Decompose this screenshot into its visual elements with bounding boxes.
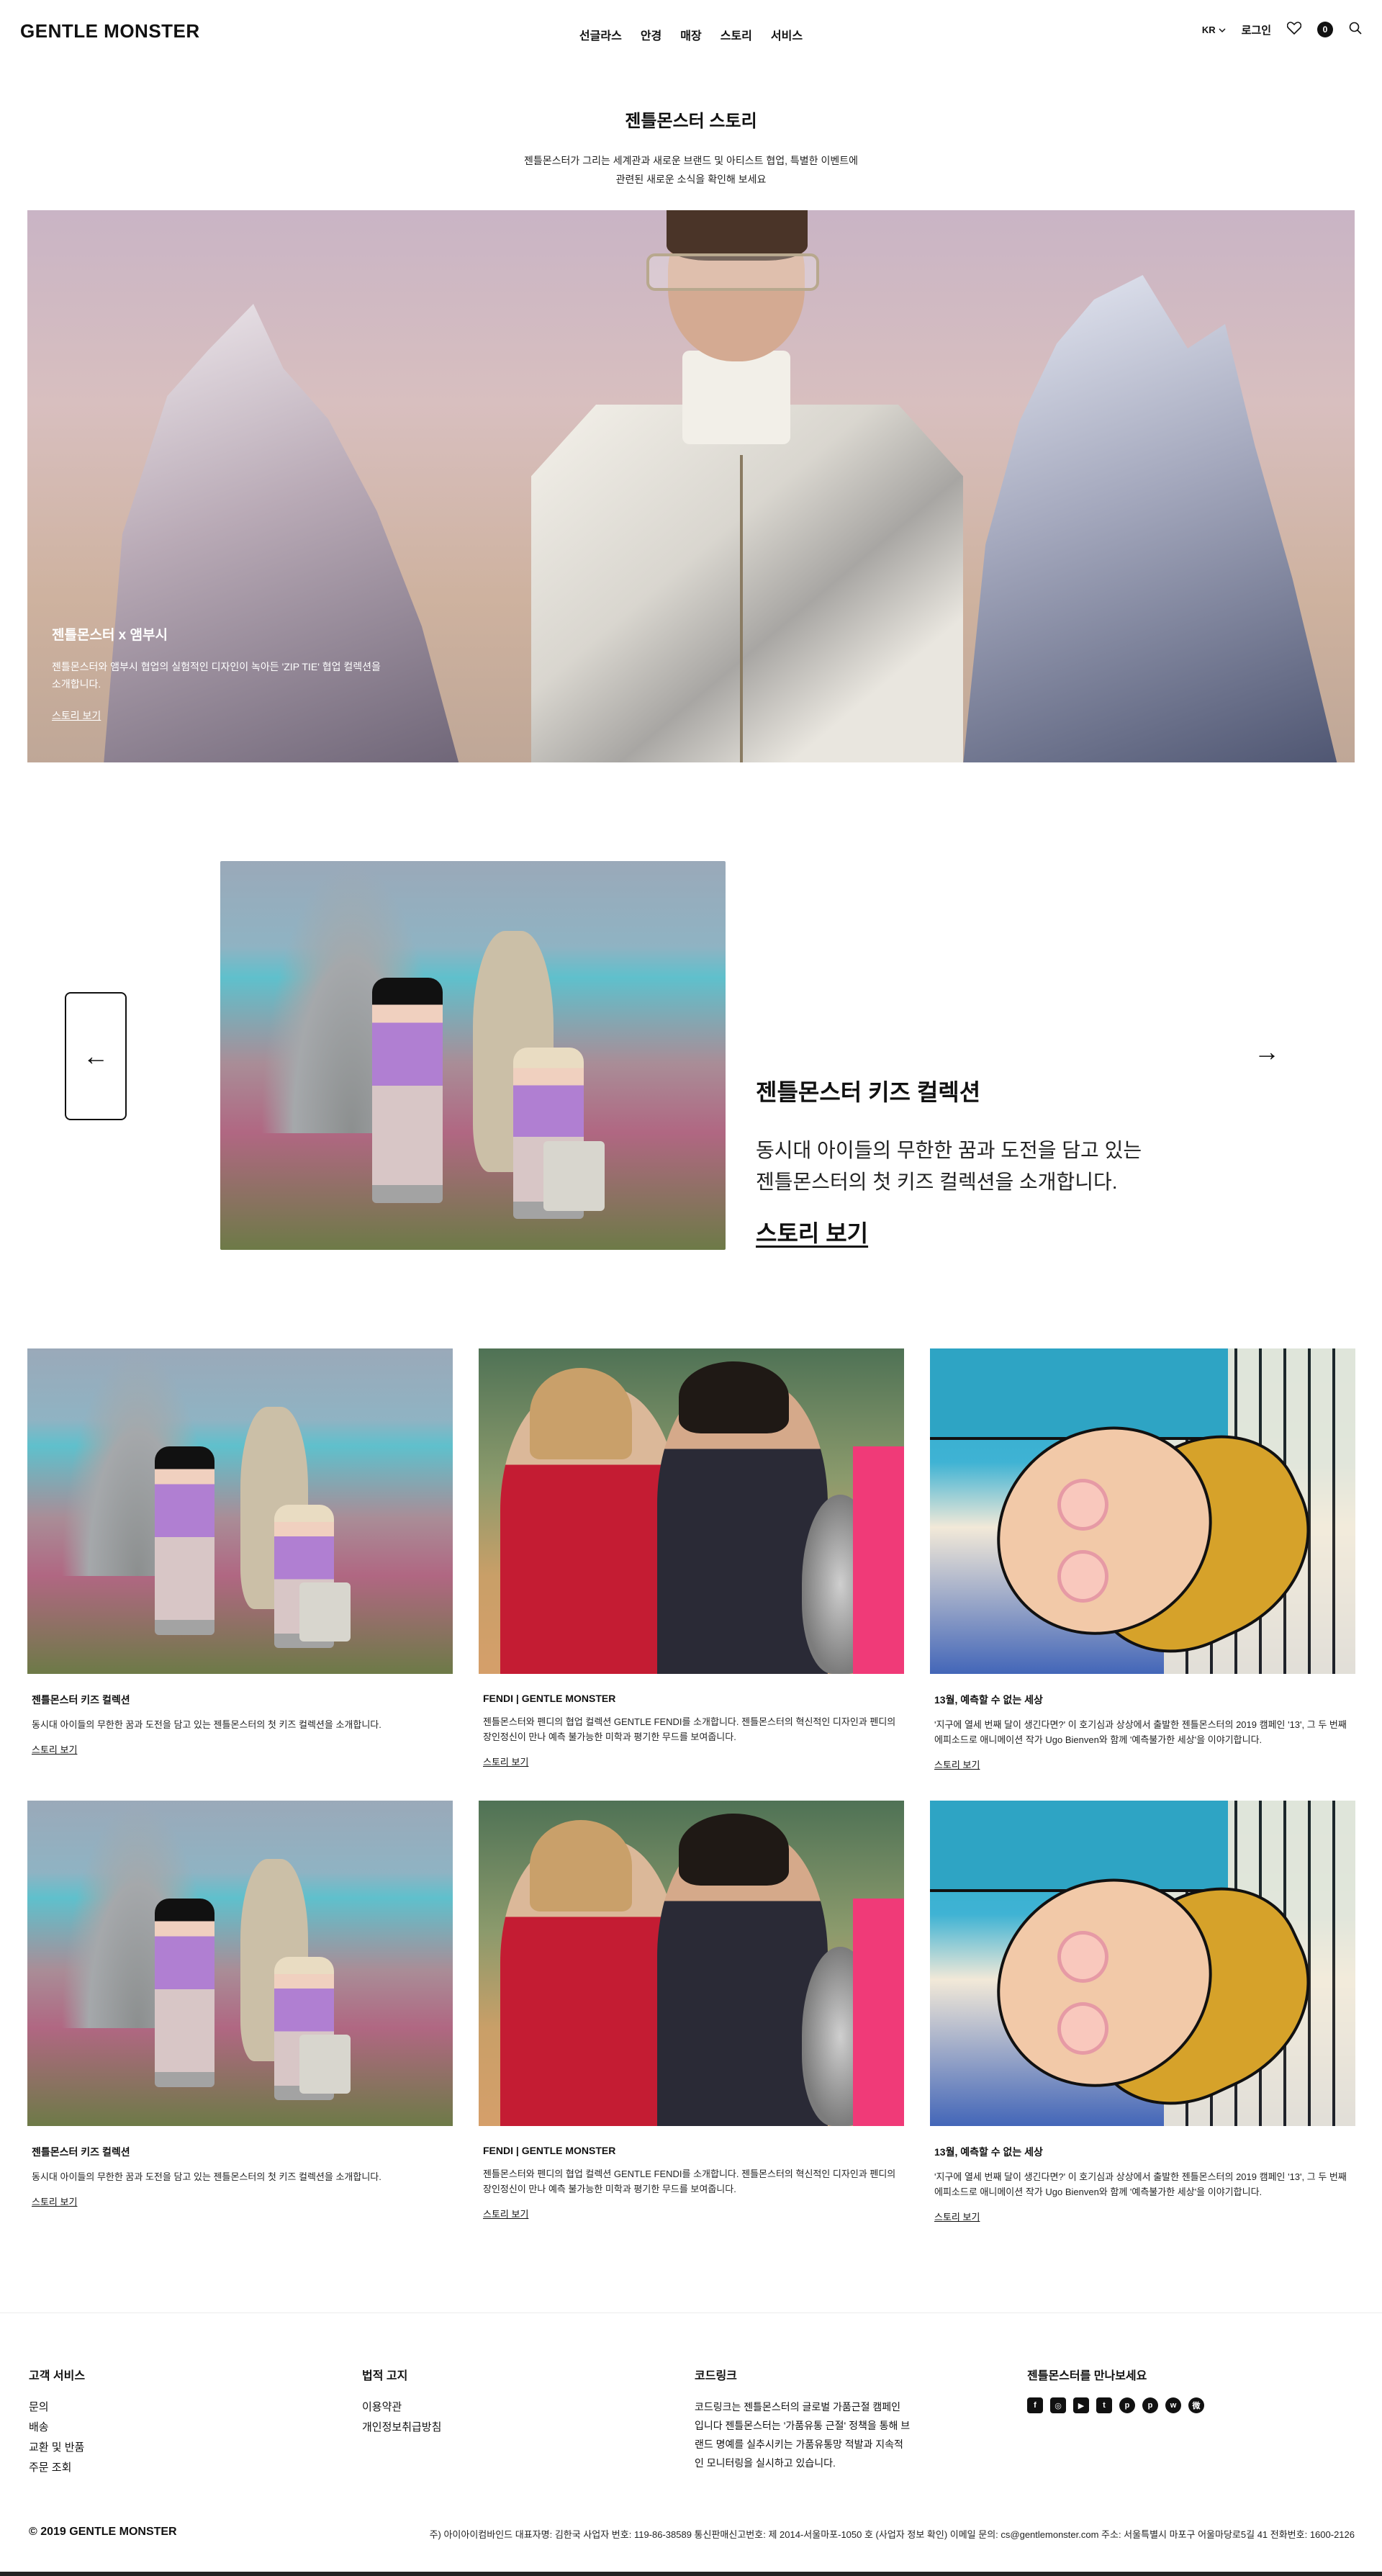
- story-card-link[interactable]: 스토리 보기: [32, 2194, 77, 2208]
- page-title: 젠틀몬스터 스토리: [625, 112, 757, 131]
- footer-social: 젠틀몬스터를 만나보세요 f ◎ ▶ t p p w 微: [1027, 2366, 1204, 2413]
- weibo-icon[interactable]: 微: [1188, 2397, 1204, 2413]
- hero-model: [502, 210, 963, 762]
- footer-divider: [0, 2312, 1382, 2313]
- story-card-link[interactable]: 스토리 보기: [32, 1742, 77, 1756]
- hero-model-zip: [740, 455, 743, 762]
- story-card-image[interactable]: [930, 1801, 1355, 2126]
- bottom-bar: [0, 2572, 1382, 2576]
- nav-stores[interactable]: 매장: [680, 26, 701, 43]
- nav-story[interactable]: 스토리: [721, 26, 752, 43]
- site-header: GENTLE MONSTER 선글라스 안경 매장 스토리 서비스 KR 로그인…: [0, 0, 1382, 65]
- hero-model-jacket: [531, 405, 963, 762]
- copyright: © 2019 GENTLE MONSTER: [29, 2526, 177, 2538]
- footer-coding: 코드링크 코드링크는 젠틀몬스터의 글로벌 가품근절 캠페인 입니다 젠틀몬스터…: [695, 2366, 911, 2472]
- footer-heading: 젠틀몬스터를 만나보세요: [1027, 2370, 1147, 2382]
- carousel-prev-button[interactable]: ←: [65, 992, 127, 1120]
- story-card: FENDI | GENTLE MONSTER 젠틀몬스터와 펜디의 협업 컬렉션…: [479, 1801, 904, 2221]
- facebook-icon[interactable]: f: [1027, 2397, 1043, 2413]
- footer-link-shipping[interactable]: 배송: [29, 2418, 85, 2438]
- story-card-image[interactable]: [27, 1348, 453, 1674]
- hero-story-link[interactable]: 스토리 보기: [52, 710, 101, 721]
- login-link[interactable]: 로그인: [1242, 22, 1271, 37]
- nav-service[interactable]: 서비스: [771, 26, 803, 43]
- story-card-image[interactable]: [479, 1348, 904, 1674]
- story-card: 13월, 예측할 수 없는 세상 '지구에 열세 번째 달이 생긴다면?' 이 …: [930, 1348, 1355, 1772]
- social-icons: f ◎ ▶ t p p w 微: [1027, 2397, 1204, 2413]
- carousel-next-button[interactable]: →: [1254, 1037, 1280, 1067]
- heart-icon[interactable]: [1286, 22, 1302, 37]
- feature-story-link[interactable]: 스토리 보기: [756, 1220, 868, 1246]
- page-description: 젠틀몬스터가 그리는 세계관과 새로운 브랜드 및 아티스트 협업, 특별한 이…: [475, 151, 907, 189]
- pinterest-alt-icon[interactable]: p: [1142, 2397, 1158, 2413]
- nav-sunglasses[interactable]: 선글라스: [579, 26, 622, 43]
- nav-glasses[interactable]: 안경: [641, 26, 661, 43]
- footer-coding-text: 코드링크는 젠틀몬스터의 글로벌 가품근절 캠페인 입니다 젠틀몬스터는 '가품…: [695, 2401, 911, 2469]
- company-info: 주) 아이아이컴바인드 대표자명: 김한국 사업자 번호: 119-86-385…: [429, 2529, 1355, 2540]
- pinterest-icon[interactable]: p: [1119, 2397, 1135, 2413]
- twitter-icon[interactable]: t: [1096, 2397, 1112, 2413]
- language-label: KR: [1201, 24, 1216, 35]
- story-card-link[interactable]: 스토리 보기: [483, 1755, 528, 1768]
- wechat-icon[interactable]: w: [1165, 2397, 1181, 2413]
- footer-heading: 코드링크: [695, 2370, 737, 2382]
- story-card-link[interactable]: 스토리 보기: [934, 1757, 980, 1771]
- feature-description: 동시대 아이들의 무한한 꿈과 도전을 담고 있는 젠틀몬스터의 첫 키즈 컬렉…: [756, 1135, 1216, 1198]
- footer-heading: 법적 고지: [362, 2370, 408, 2382]
- footer-link-inquiry[interactable]: 문의: [29, 2397, 85, 2418]
- story-card-description: 동시대 아이들의 무한한 꿈과 도전을 담고 있는 젠틀몬스터의 첫 키즈 컬렉…: [32, 2171, 381, 2182]
- story-card-description: 동시대 아이들의 무한한 꿈과 도전을 담고 있는 젠틀몬스터의 첫 키즈 컬렉…: [32, 1719, 381, 1730]
- hero-model-glasses: [646, 253, 819, 291]
- footer-customer-service: 고객 서비스 문의 배송 교환 및 반품 주문 조회: [29, 2366, 85, 2478]
- feature-description-line: 젠틀몬스터의 첫 키즈 컬렉션을 소개합니다.: [756, 1171, 1118, 1193]
- footer-link-privacy[interactable]: 개인정보취급방침: [362, 2418, 441, 2438]
- story-card-title: 13월, 예측할 수 없는 세상: [934, 2146, 1043, 2158]
- story-card-description: '지구에 열세 번째 달이 생긴다면?' 이 호기심과 상상에서 출발한 젠틀몬…: [934, 2171, 1347, 2197]
- story-card-link[interactable]: 스토리 보기: [483, 2207, 528, 2220]
- story-card: FENDI | GENTLE MONSTER 젠틀몬스터와 펜디의 협업 컬렉션…: [479, 1348, 904, 1769]
- search-icon[interactable]: [1349, 22, 1362, 37]
- feature-title: 젠틀몬스터 키즈 컬렉션: [756, 1079, 981, 1105]
- story-card-image[interactable]: [930, 1348, 1355, 1674]
- story-card-title: 13월, 예측할 수 없는 세상: [934, 1694, 1043, 1706]
- chevron-down-icon: [1219, 24, 1226, 35]
- feature-image[interactable]: [220, 861, 726, 1250]
- footer-legal: 법적 고지 이용약관 개인정보취급방침: [362, 2366, 441, 2438]
- story-card-image[interactable]: [479, 1801, 904, 2126]
- hero-model-collar: [682, 351, 790, 444]
- story-card-link[interactable]: 스토리 보기: [934, 2210, 980, 2223]
- hero-caption: 젠틀몬스터 x 앰부시 젠틀몬스터와 앰부시 협업의 실험적인 디자인이 녹아든…: [52, 624, 383, 723]
- footer-link-returns[interactable]: 교환 및 반품: [29, 2438, 85, 2458]
- kids-collection-image: [220, 861, 726, 1250]
- story-card: 젠틀몬스터 키즈 컬렉션 동시대 아이들의 무한한 꿈과 도전을 담고 있는 젠…: [27, 1801, 453, 2209]
- language-selector[interactable]: KR: [1202, 24, 1226, 35]
- story-card-title: 젠틀몬스터 키즈 컬렉션: [32, 2146, 130, 2158]
- page-description-line: 관련된 새로운 소식을 확인해 보세요: [615, 174, 767, 185]
- footer-link-order-lookup[interactable]: 주문 조회: [29, 2458, 85, 2478]
- hero-rock-right: [963, 275, 1337, 762]
- footer-link-terms[interactable]: 이용약관: [362, 2397, 441, 2418]
- story-card: 13월, 예측할 수 없는 세상 '지구에 열세 번째 달이 생긴다면?' 이 …: [930, 1801, 1355, 2224]
- main-nav: 선글라스 안경 매장 스토리 서비스: [0, 26, 1382, 43]
- page-description-line: 젠틀몬스터가 그리는 세계관과 새로운 브랜드 및 아티스트 협업, 특별한 이…: [524, 155, 858, 166]
- header-utilities: KR 로그인 0: [1202, 22, 1362, 37]
- feature-caption: 젠틀몬스터 키즈 컬렉션 동시대 아이들의 무한한 꿈과 도전을 담고 있는 젠…: [756, 1074, 1216, 1248]
- feature-description-line: 동시대 아이들의 무한한 꿈과 도전을 담고 있는: [756, 1139, 1142, 1161]
- hero-title: 젠틀몬스터 x 앰부시: [52, 628, 168, 643]
- story-card-description: '지구에 열세 번째 달이 생긴다면?' 이 호기심과 상상에서 출발한 젠틀몬…: [934, 1719, 1347, 1745]
- story-card-description: 젠틀몬스터와 펜디의 협업 컬렉션 GENTLE FENDI를 소개합니다. 젠…: [483, 1716, 896, 1742]
- story-card-image[interactable]: [27, 1801, 453, 2126]
- cart-badge[interactable]: 0: [1317, 22, 1333, 37]
- instagram-icon[interactable]: ◎: [1050, 2397, 1066, 2413]
- story-card-description: 젠틀몬스터와 펜디의 협업 컬렉션 GENTLE FENDI를 소개합니다. 젠…: [483, 2169, 896, 2194]
- story-card-title: FENDI | GENTLE MONSTER: [483, 1693, 616, 1704]
- story-card-title: 젠틀몬스터 키즈 컬렉션: [32, 1694, 130, 1706]
- youtube-icon[interactable]: ▶: [1073, 2397, 1089, 2413]
- hero-description: 젠틀몬스터와 앰부시 협업의 실험적인 디자인이 녹아든 'ZIP TIE' 협…: [52, 661, 381, 690]
- hero-banner[interactable]: 젠틀몬스터 x 앰부시 젠틀몬스터와 앰부시 협업의 실험적인 디자인이 녹아든…: [27, 210, 1355, 762]
- footer-heading: 고객 서비스: [29, 2370, 86, 2382]
- story-card: 젠틀몬스터 키즈 컬렉션 동시대 아이들의 무한한 꿈과 도전을 담고 있는 젠…: [27, 1348, 453, 1757]
- story-card-title: FENDI | GENTLE MONSTER: [483, 2145, 616, 2156]
